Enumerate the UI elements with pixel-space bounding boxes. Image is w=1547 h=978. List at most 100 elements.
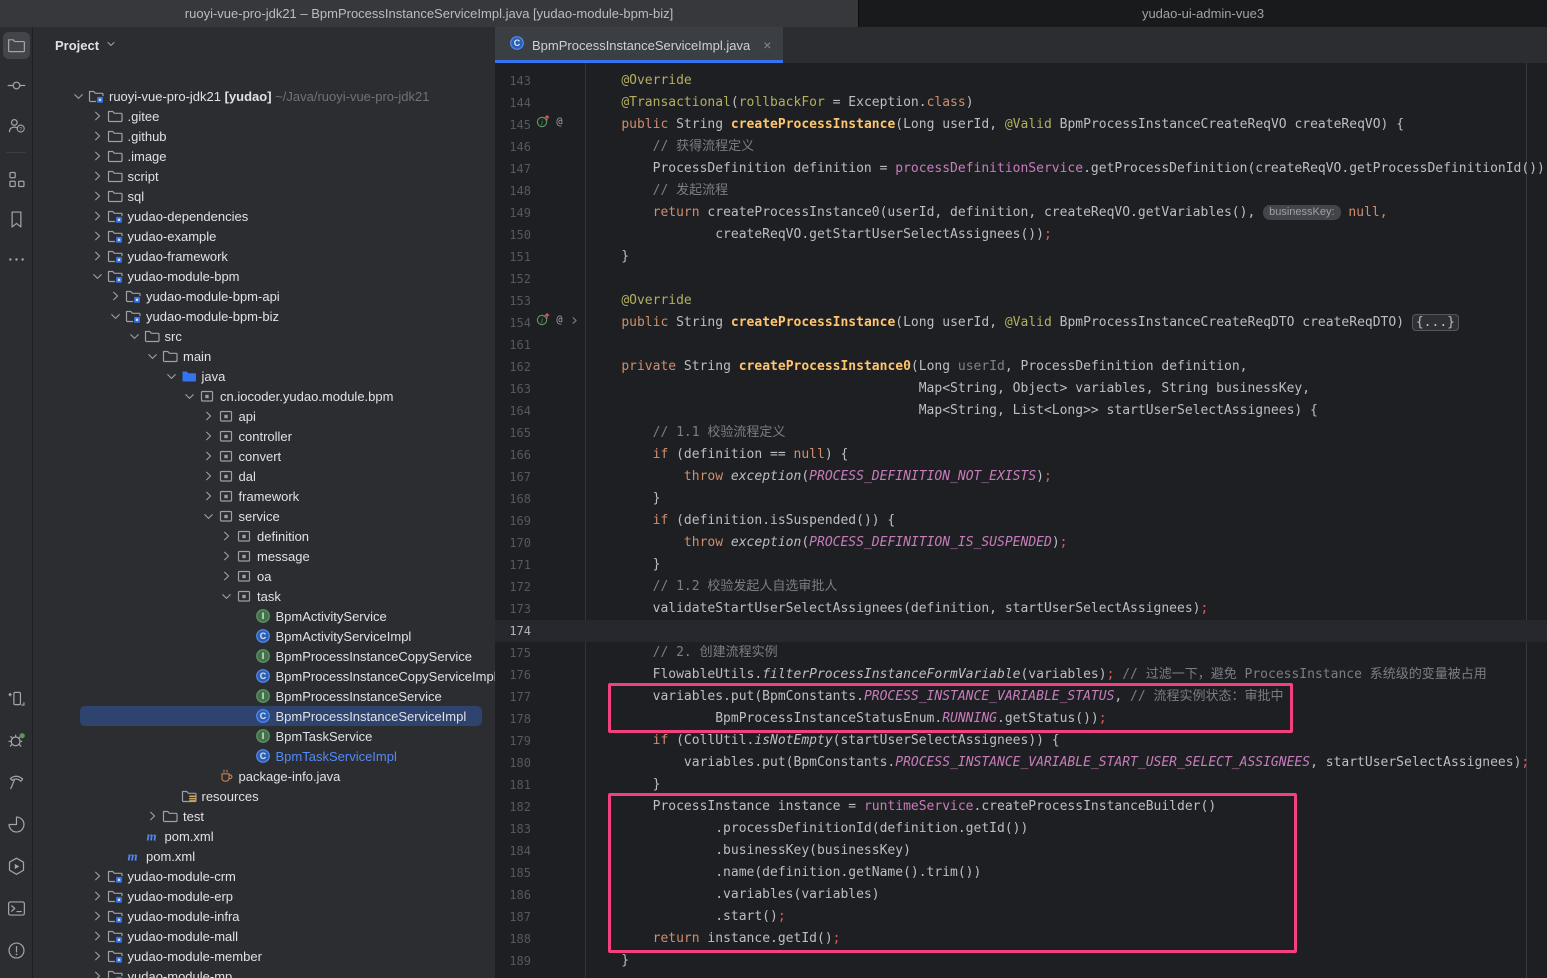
chevron-right-icon[interactable]	[90, 148, 105, 164]
chevron-down-icon[interactable]	[164, 368, 179, 384]
commit-icon[interactable]	[3, 72, 30, 99]
tree-row-task[interactable]: task	[33, 586, 495, 606]
more-tool-windows-icon[interactable]	[3, 246, 30, 273]
tree-row-.github[interactable]: .github	[33, 126, 495, 146]
tree-row-package-info.java[interactable]: package-info.java	[33, 766, 495, 786]
chevron-right-icon[interactable]	[201, 448, 216, 464]
tree-row-.gitee[interactable]: .gitee	[33, 106, 495, 126]
chevron-right-icon[interactable]	[90, 128, 105, 144]
chevron-down-icon[interactable]	[145, 348, 160, 364]
overrides-gutter-icon[interactable]: i	[536, 114, 550, 136]
close-icon[interactable]: ×	[763, 37, 771, 53]
chevron-right-icon[interactable]	[90, 868, 105, 884]
chevron-right-icon[interactable]	[90, 168, 105, 184]
tree-row-dal[interactable]: dal	[33, 466, 495, 486]
chevron-right-icon[interactable]	[90, 248, 105, 264]
tree-row-bpmprocessinstanceserviceimpl[interactable]: CBpmProcessInstanceServiceImpl	[33, 706, 495, 726]
chevron-right-icon[interactable]	[90, 948, 105, 964]
tree-row-sql[interactable]: sql	[33, 186, 495, 206]
tree-row-script[interactable]: script	[33, 166, 495, 186]
annotation-gutter-icon[interactable]: @	[553, 114, 566, 136]
tree-row-convert[interactable]: convert	[33, 446, 495, 466]
tree-row-yudao-module-crm[interactable]: yudao-module-crm	[33, 866, 495, 886]
chevron-right-icon[interactable]	[201, 428, 216, 444]
tree-row-yudao-module-bpm[interactable]: yudao-module-bpm	[33, 266, 495, 286]
chevron-down-icon[interactable]	[201, 508, 216, 524]
tree-row-yudao-module-erp[interactable]: yudao-module-erp	[33, 886, 495, 906]
bookmarks-icon[interactable]	[3, 206, 30, 233]
tree-row-oa[interactable]: oa	[33, 566, 495, 586]
chevron-down-icon[interactable]	[90, 268, 105, 284]
tree-row-java[interactable]: java	[33, 366, 495, 386]
tree-row-ruoyi-vue-pro-jdk21[interactable]: ruoyi-vue-pro-jdk21 [yudao] ~/Java/ruoyi…	[33, 86, 495, 106]
chevron-right-icon[interactable]	[145, 808, 160, 824]
chevron-right-icon[interactable]	[90, 108, 105, 124]
project-panel-header[interactable]: Project	[33, 27, 495, 63]
chevron-down-icon[interactable]	[127, 328, 142, 344]
project-icon[interactable]	[3, 32, 30, 59]
tree-row-definition[interactable]: definition	[33, 526, 495, 546]
tree-row-framework[interactable]: framework	[33, 486, 495, 506]
chevron-down-icon[interactable]	[182, 388, 197, 404]
pull-requests-icon[interactable]: ?	[3, 112, 30, 139]
tree-row-src[interactable]: src	[33, 326, 495, 346]
chevron-right-icon[interactable]	[108, 288, 123, 304]
tree-row-message[interactable]: message	[33, 546, 495, 566]
tree-row-bpmtaskserviceimpl[interactable]: CBpmTaskServiceImpl	[33, 746, 495, 766]
tree-row-controller[interactable]: controller	[33, 426, 495, 446]
notifications-icon[interactable]	[3, 685, 30, 712]
tree-row-bpmtaskservice[interactable]: IBpmTaskService	[33, 726, 495, 746]
tree-row-resources[interactable]: resources	[33, 786, 495, 806]
chevron-right-icon[interactable]	[90, 908, 105, 924]
tree-row-yudao-dependencies[interactable]: yudao-dependencies	[33, 206, 495, 226]
tree-row-yudao-module-mall[interactable]: yudao-module-mall	[33, 926, 495, 946]
terminal-icon[interactable]	[3, 895, 30, 922]
problems-icon[interactable]	[3, 937, 30, 964]
chevron-right-icon[interactable]	[90, 928, 105, 944]
build-icon[interactable]	[3, 769, 30, 796]
chevron-right-icon[interactable]	[219, 568, 234, 584]
tree-row-bpmprocessinstanceservice[interactable]: IBpmProcessInstanceService	[33, 686, 495, 706]
structure-icon[interactable]	[3, 166, 30, 193]
tree-row-yudao-module-infra[interactable]: yudao-module-infra	[33, 906, 495, 926]
tree-row-yudao-module-mp[interactable]: yudao-module-mp	[33, 966, 495, 978]
tree-row-yudao-module-member[interactable]: yudao-module-member	[33, 946, 495, 966]
tree-row-bpmactivityservice[interactable]: IBpmActivityService	[33, 606, 495, 626]
services-icon[interactable]	[3, 853, 30, 880]
tree-row-yudao-module-bpm-biz[interactable]: yudao-module-bpm-biz	[33, 306, 495, 326]
editor-tab[interactable]: C BpmProcessInstanceServiceImpl.java ×	[495, 27, 783, 63]
tree-row-cn.iocoder.yudao.module.bpm[interactable]: cn.iocoder.yudao.module.bpm	[33, 386, 495, 406]
fold-gutter-icon[interactable]	[569, 312, 580, 334]
overrides-gutter-icon[interactable]: i	[536, 312, 550, 334]
chevron-right-icon[interactable]	[201, 468, 216, 484]
chevron-down-icon[interactable]	[219, 588, 234, 604]
chevron-right-icon[interactable]	[90, 188, 105, 204]
profiler-icon[interactable]	[3, 811, 30, 838]
tree-row-.image[interactable]: .image	[33, 146, 495, 166]
tree-row-test[interactable]: test	[33, 806, 495, 826]
tree-row-pom.xml[interactable]: mpom.xml	[33, 826, 495, 846]
tree-row-service[interactable]: service	[33, 506, 495, 526]
chevron-right-icon[interactable]	[90, 888, 105, 904]
chevron-right-icon[interactable]	[90, 228, 105, 244]
tree-row-yudao-module-bpm-api[interactable]: yudao-module-bpm-api	[33, 286, 495, 306]
chevron-right-icon[interactable]	[90, 208, 105, 224]
chevron-right-icon[interactable]	[201, 488, 216, 504]
tree-row-bpmprocessinstancecopyserviceimpl[interactable]: CBpmProcessInstanceCopyServiceImpl	[33, 666, 495, 686]
tree-row-yudao-framework[interactable]: yudao-framework	[33, 246, 495, 266]
chevron-right-icon[interactable]	[90, 968, 105, 978]
tree-row-main[interactable]: main	[33, 346, 495, 366]
chevron-right-icon[interactable]	[201, 408, 216, 424]
tree-row-yudao-example[interactable]: yudao-example	[33, 226, 495, 246]
chevron-right-icon[interactable]	[219, 548, 234, 564]
code-viewport[interactable]: 143 @Override144 @Transactional(rollback…	[495, 63, 1547, 978]
chevron-down-icon[interactable]	[108, 308, 123, 324]
tree-row-bpmprocessinstancecopyservice[interactable]: IBpmProcessInstanceCopyService	[33, 646, 495, 666]
chevron-right-icon[interactable]	[219, 528, 234, 544]
tree-row-bpmactivityserviceimpl[interactable]: CBpmActivityServiceImpl	[33, 626, 495, 646]
chevron-down-icon[interactable]	[71, 88, 86, 104]
debug-icon[interactable]	[3, 727, 30, 754]
annotation-gutter-icon[interactable]: @	[553, 312, 566, 334]
tree-row-pom.xml[interactable]: mpom.xml	[33, 846, 495, 866]
tree-row-api[interactable]: api	[33, 406, 495, 426]
